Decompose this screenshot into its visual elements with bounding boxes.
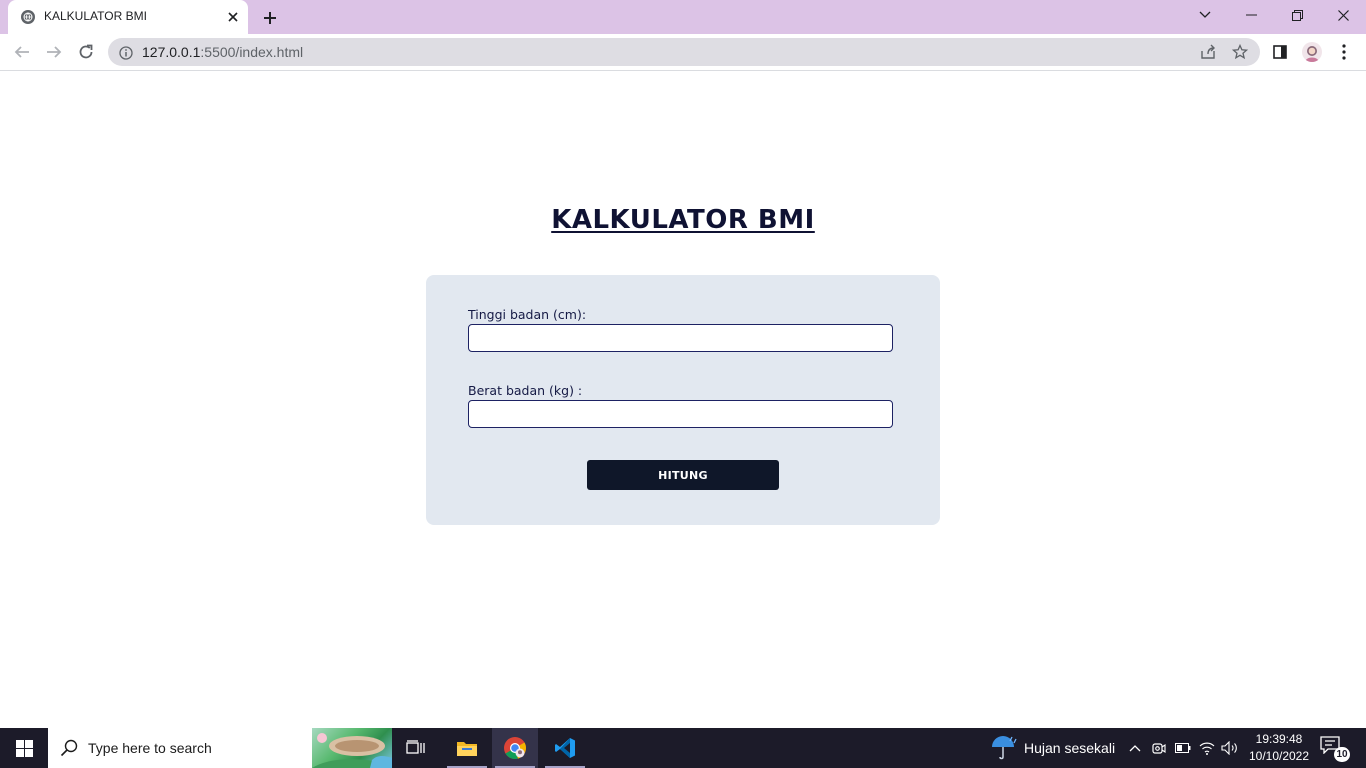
windows-start-icon[interactable]	[0, 728, 48, 768]
notification-center[interactable]: 10	[1320, 736, 1350, 762]
globe-icon	[21, 10, 35, 24]
browser-tab-strip: KALKULATOR BMI	[0, 0, 1366, 34]
file-explorer-icon[interactable]	[444, 728, 490, 768]
clock-time: 19:39:48	[1255, 732, 1303, 746]
clock-date: 10/10/2022	[1248, 749, 1310, 763]
reload-icon[interactable]	[73, 39, 99, 65]
vscode-icon[interactable]	[542, 728, 588, 768]
close-window-icon[interactable]	[1320, 0, 1366, 30]
url-text[interactable]: 127.0.0.1:5500/index.html	[142, 44, 303, 60]
wifi-icon[interactable]	[1198, 739, 1216, 757]
minimize-icon[interactable]	[1228, 0, 1274, 30]
task-view-icon[interactable]	[393, 728, 439, 768]
chrome-icon[interactable]	[492, 728, 538, 768]
show-hidden-icons-chevron-icon[interactable]	[1126, 739, 1144, 757]
browser-menu-icon[interactable]	[1334, 42, 1354, 62]
bmi-form-card: Tinggi badan (cm): Berat badan (kg) : HI…	[426, 275, 940, 525]
umbrella-rain-icon	[992, 736, 1017, 760]
back-arrow-icon[interactable]	[9, 39, 35, 65]
weight-label: Berat badan (kg) :	[468, 383, 583, 398]
forward-arrow-icon[interactable]	[41, 39, 67, 65]
weather-text: Hujan sesekali	[1024, 740, 1116, 756]
side-panel-icon[interactable]	[1270, 42, 1290, 62]
new-tab-plus-icon[interactable]	[258, 6, 282, 30]
search-placeholder: Type here to search	[88, 740, 212, 756]
page-title-text: KALKULATOR BMI	[551, 205, 815, 235]
battery-icon[interactable]	[1174, 739, 1192, 757]
tab-close-icon[interactable]	[224, 8, 242, 26]
taskbar-search-box[interactable]: Type here to search	[48, 728, 392, 768]
address-bar[interactable]: 127.0.0.1:5500/index.html	[108, 38, 1260, 66]
site-info-icon[interactable]	[119, 45, 133, 60]
weather-widget[interactable]: Hujan sesekali	[990, 728, 1115, 768]
browser-tab-active[interactable]: KALKULATOR BMI	[8, 0, 248, 34]
meet-now-icon[interactable]	[1150, 739, 1168, 757]
bookmark-star-icon[interactable]	[1232, 44, 1248, 60]
search-highlight-illustration	[312, 728, 392, 768]
page-title: KALKULATOR BMI	[0, 205, 1366, 235]
restore-icon[interactable]	[1274, 0, 1320, 30]
url-host: 127.0.0.1	[142, 44, 201, 60]
calculate-button[interactable]: HITUNG	[587, 460, 779, 490]
search-icon	[60, 739, 78, 757]
url-path: :5500/index.html	[200, 44, 304, 60]
share-icon[interactable]	[1200, 44, 1216, 60]
height-input[interactable]	[468, 324, 893, 352]
height-label: Tinggi badan (cm):	[468, 307, 587, 322]
profile-avatar[interactable]	[1302, 42, 1322, 62]
tab-title: KALKULATOR BMI	[44, 9, 147, 23]
notification-count-badge: 10	[1334, 747, 1350, 762]
weight-input[interactable]	[468, 400, 893, 428]
volume-icon[interactable]	[1221, 739, 1239, 757]
windows-taskbar: Type here to search Hujan sesekali 19:39…	[0, 728, 1366, 768]
tab-search-chevron-icon[interactable]	[1182, 0, 1228, 30]
clock[interactable]: 19:39:48 10/10/2022	[1242, 731, 1316, 765]
browser-toolbar: 127.0.0.1:5500/index.html	[0, 34, 1366, 71]
